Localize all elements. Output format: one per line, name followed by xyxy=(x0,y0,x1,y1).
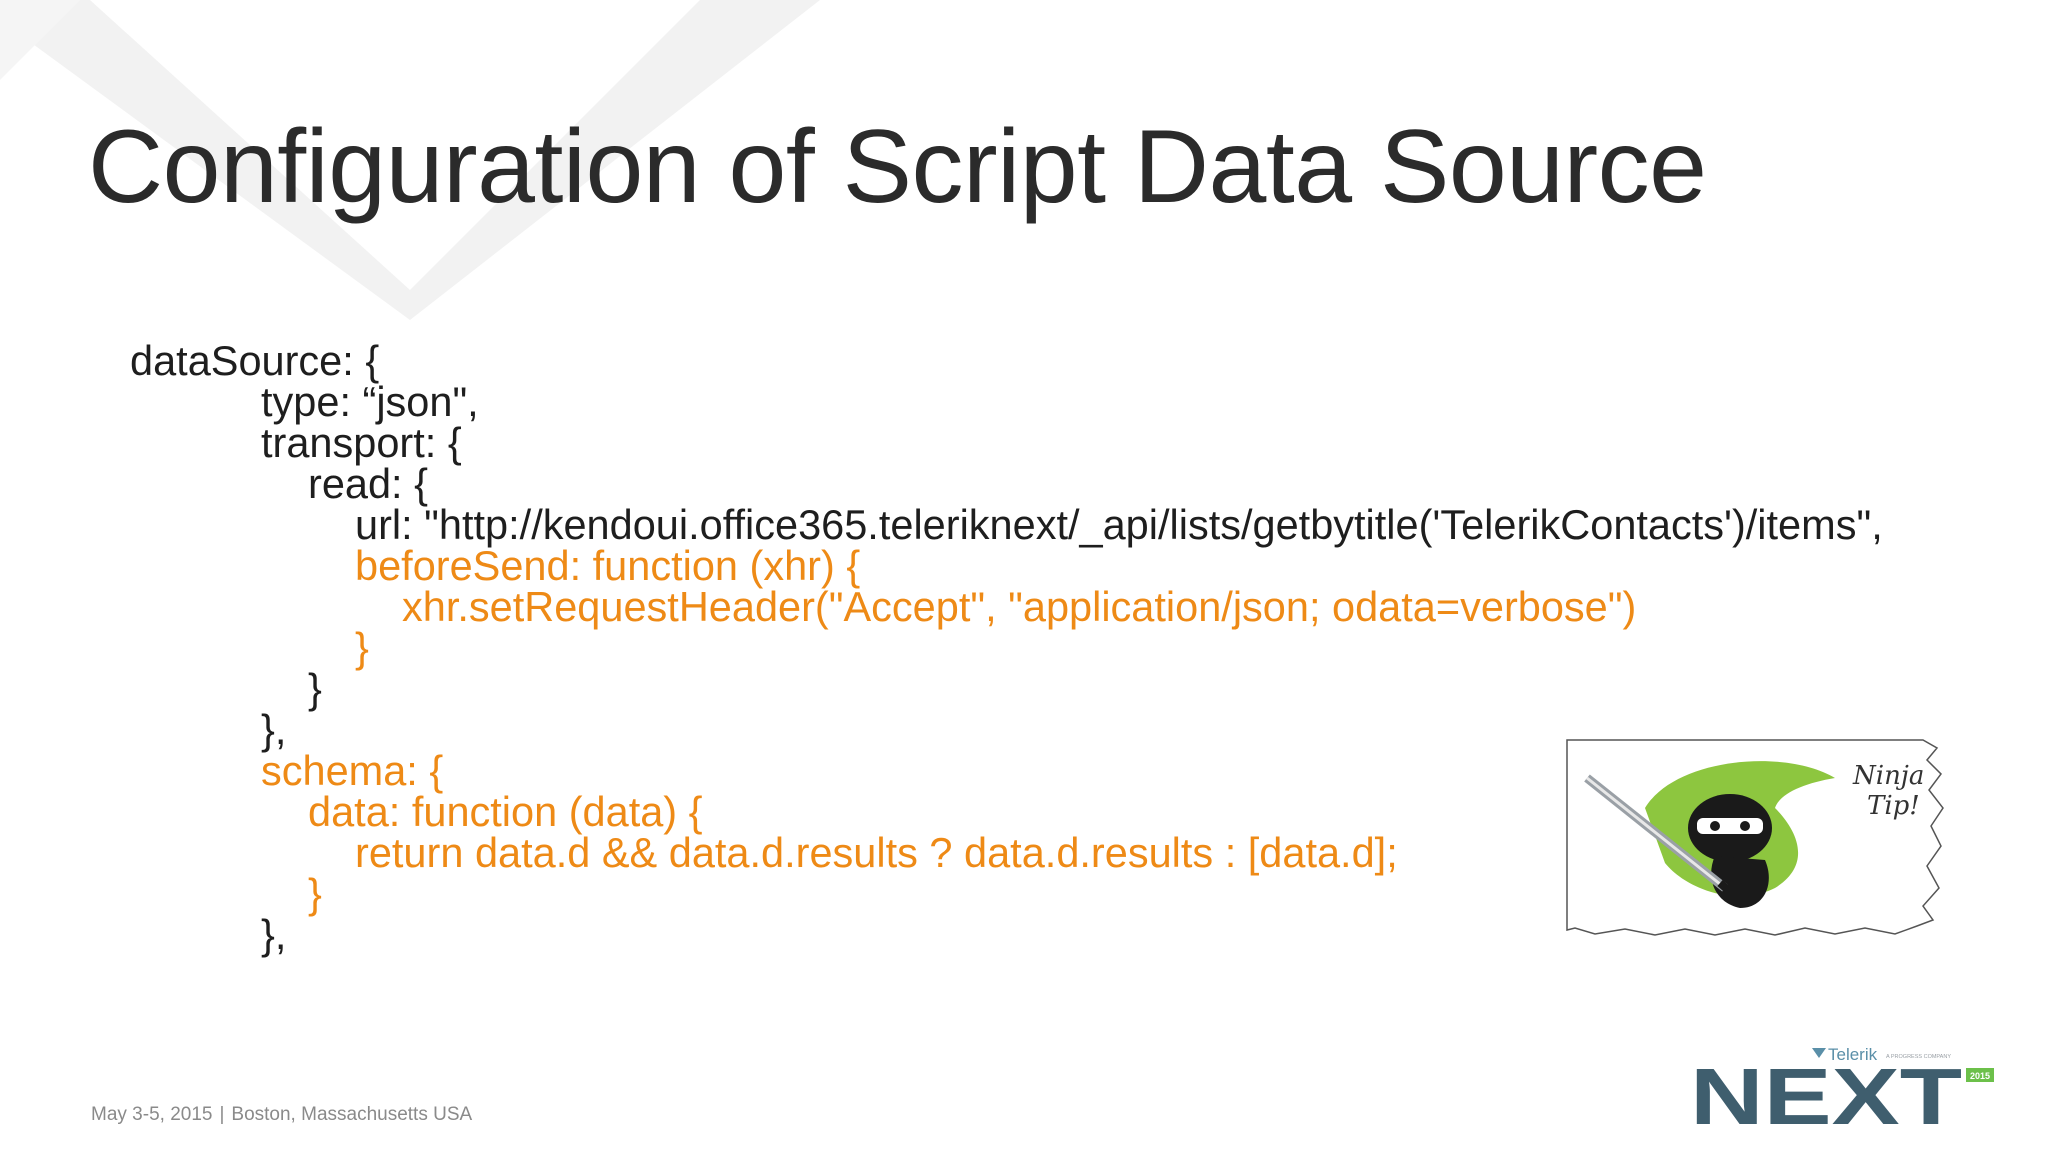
ninja-tip-label-2: Tip! xyxy=(1867,791,1920,821)
code-line: type: “json", xyxy=(261,378,479,425)
footer-date: May 3-5, 2015 xyxy=(91,1104,213,1125)
footer-location: Boston, Massachusetts USA xyxy=(231,1104,473,1125)
footer-separator: | xyxy=(219,1104,225,1125)
code-line: beforeSend: function (xhr) { xyxy=(355,542,861,589)
code-line: xhr.setRequestHeader("Accept", "applicat… xyxy=(402,583,1637,630)
ninja-tip-label-1: Ninja xyxy=(1852,761,1924,791)
code-line: transport: { xyxy=(261,419,462,466)
code-line: } xyxy=(308,665,322,712)
telerik-next-logo: Telerik A PROGRESS COMPANY NEXT 2015 xyxy=(1690,1045,1994,1128)
code-line: read: { xyxy=(308,460,428,507)
code-line: dataSource: { xyxy=(130,337,380,384)
logo-wordmark: NEXT xyxy=(1690,1052,1962,1128)
footer-info: May 3-5, 2015 | Boston, Massachusetts USA xyxy=(91,1104,472,1126)
code-line: } xyxy=(355,624,369,671)
slide: Configuration of Script Data Source data… xyxy=(0,0,2048,1152)
year-badge: 2015 xyxy=(1970,1071,1990,1081)
slide-title: Configuration of Script Data Source xyxy=(88,109,1707,225)
code-line: url: "http://kendoui.office365.telerikne… xyxy=(355,501,1883,548)
ninja-tip-image: Ninja Tip! xyxy=(1566,739,1944,936)
